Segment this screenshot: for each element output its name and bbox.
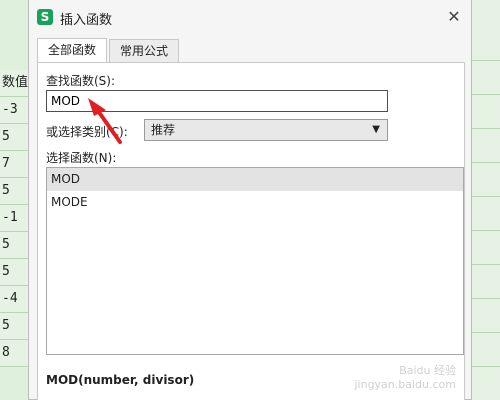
select-function-label: 选择函数(N): [46,151,117,165]
function-list-item-mode[interactable]: MODE [47,191,463,214]
category-label: 或选择类别(C): [46,125,128,139]
dialog-titlebar[interactable]: S 插入函数 ✕ [29,0,471,34]
function-signature: MOD(number, divisor) [46,373,195,387]
insert-function-dialog: S 插入函数 ✕ 全部函数常用公式 查找函数(S): 或选择类别(C): 推荐 … [28,0,472,400]
baidu-watermark: Baidu 经验 jingyan.baidu.com [354,364,456,392]
dialog-title: 插入函数 [60,13,113,28]
category-select[interactable]: 推荐 ▼ [144,119,388,141]
category-select-value: 推荐 [151,123,176,137]
dropdown-arrow-icon: ▼ [372,124,380,135]
tab-panel: 查找函数(S): 或选择类别(C): 推荐 ▼ 选择函数(N): MOD MOD… [37,62,465,400]
dialog-tabs: 全部函数 常用公式 [37,38,181,63]
wps-logo-icon: S [37,9,53,25]
search-label: 查找函数(S): [46,74,116,88]
function-list-item-mod[interactable]: MOD [47,168,463,191]
watermark-line2: jingyan.baidu.com [354,378,456,391]
function-list[interactable]: MOD MODE [46,167,464,355]
sheet-right-strip [470,0,500,400]
search-function-input[interactable] [46,90,388,112]
watermark-line1: Baidu 经验 [399,364,456,377]
tab-all-functions[interactable]: 全部函数 [37,38,108,63]
tab-common-formulas[interactable]: 常用公式 [109,39,180,63]
close-icon[interactable]: ✕ [443,6,465,28]
